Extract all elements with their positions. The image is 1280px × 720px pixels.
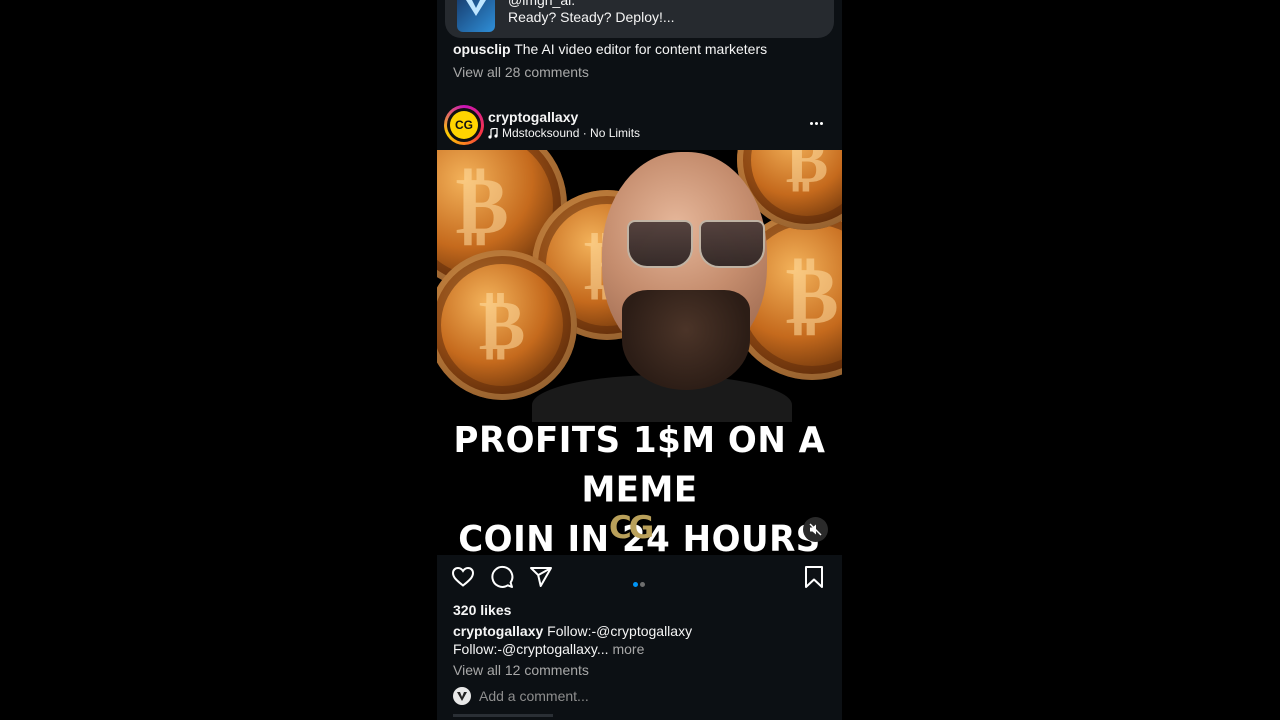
headline-line: PROFITS 1$M ON A MEME — [453, 419, 826, 511]
audio-label: Mdstocksound · No Limits — [502, 126, 641, 140]
next-row-peek — [453, 714, 553, 717]
post-username[interactable]: cryptogallaxy — [488, 109, 578, 125]
view-comments-link[interactable]: View all 12 comments — [453, 662, 589, 678]
carousel-indicator — [632, 574, 646, 592]
sunglasses-lens — [627, 220, 693, 268]
caption-text: The AI video editor for content marketer… — [514, 41, 768, 57]
heart-icon[interactable] — [451, 565, 475, 589]
audio-attribution[interactable]: Mdstocksound · No Limits — [488, 126, 640, 140]
beard — [622, 290, 750, 390]
view-comments-link[interactable]: View all 28 comments — [453, 64, 589, 80]
watermark-logo: CG — [609, 510, 654, 546]
carousel-dot — [640, 582, 645, 587]
comment-text: Ready? Steady? Deploy!... — [508, 9, 675, 25]
mute-button[interactable] — [803, 517, 828, 542]
comment-handle[interactable]: @imgn_ai. — [508, 0, 575, 8]
avatar[interactable]: CG — [447, 108, 481, 142]
post-photo: ₿ ₿ ₿ ₿ ₿ — [437, 150, 842, 422]
post-media[interactable]: ₿ ₿ ₿ ₿ ₿ PROFITS 1$M ON A MEME COIN IN … — [437, 150, 842, 555]
feed-screen: @imgn_ai. Ready? Steady? Deploy!... opus… — [437, 0, 842, 720]
caption-text-line2: Follow:-@cryptogallaxy... — [453, 641, 609, 657]
more-icon[interactable] — [809, 112, 833, 134]
bitcoin-coin: ₿ — [437, 250, 577, 400]
caption-text: Follow:-@cryptogallaxy — [547, 623, 693, 639]
add-comment-row[interactable]: Add a comment... — [453, 687, 589, 705]
caption-more-link[interactable]: more — [612, 641, 644, 657]
bookmark-icon[interactable] — [802, 565, 826, 589]
muted-speaker-icon — [809, 523, 822, 536]
story-ring[interactable]: CG — [444, 105, 484, 145]
add-comment-input[interactable]: Add a comment... — [479, 688, 589, 704]
comment-icon[interactable] — [490, 565, 514, 589]
avatar-initials: CG — [450, 111, 478, 139]
post-caption: cryptogallaxy Follow:-@cryptogallaxy Fol… — [453, 622, 692, 658]
carousel-dot-active — [633, 582, 638, 587]
likes-count[interactable]: 320 likes — [453, 602, 511, 618]
previous-comment-card[interactable]: @imgn_ai. Ready? Steady? Deploy!... — [445, 0, 834, 38]
caption-username[interactable]: opusclip — [453, 41, 511, 57]
caption-username[interactable]: cryptogallaxy — [453, 623, 543, 639]
share-icon[interactable] — [529, 565, 553, 589]
commenter-avatar[interactable] — [457, 0, 495, 32]
action-bar — [437, 565, 842, 593]
sunglasses-lens — [699, 220, 765, 268]
previous-caption: opusclip The AI video editor for content… — [453, 41, 767, 57]
user-avatar — [453, 687, 471, 705]
music-icon — [488, 127, 498, 139]
